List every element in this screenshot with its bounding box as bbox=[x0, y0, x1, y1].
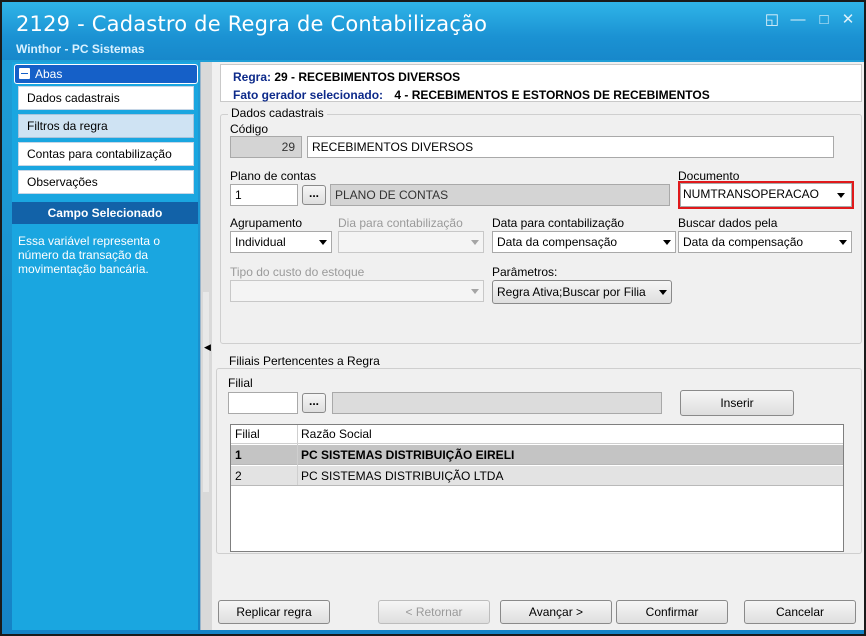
regra-line: Regra: 29 - RECEBIMENTOS DIVERSOS bbox=[233, 70, 460, 84]
sidebar-item-filtros-da-regra[interactable]: Filtros da regra bbox=[18, 114, 194, 138]
chevron-down-icon[interactable] bbox=[663, 240, 671, 245]
tipo-custo-select bbox=[230, 280, 484, 302]
chevron-down-icon bbox=[471, 240, 479, 245]
splitter-bar[interactable] bbox=[203, 292, 209, 492]
dia-select bbox=[338, 231, 484, 253]
descricao-field[interactable]: RECEBIMENTOS DIVERSOS bbox=[307, 136, 834, 158]
codigo-field[interactable]: 29 bbox=[230, 136, 302, 158]
sidebar-item-label: Observações bbox=[27, 175, 98, 189]
agrupamento-label: Agrupamento bbox=[230, 216, 303, 230]
sidebar-item-label: Dados cadastrais bbox=[27, 91, 120, 105]
table-row[interactable]: 1 PC SISTEMAS DISTRIBUIÇÃO EIRELI bbox=[231, 445, 843, 465]
cancelar-button[interactable]: Cancelar bbox=[744, 600, 856, 624]
confirmar-button[interactable]: Confirmar bbox=[616, 600, 728, 624]
buscar-label: Buscar dados pela bbox=[678, 216, 778, 230]
abas-header-label: Abas bbox=[35, 67, 63, 81]
documento-value: NUMTRANSOPERACAO bbox=[683, 187, 820, 201]
maximize-icon[interactable]: □ bbox=[814, 10, 834, 30]
plano-field[interactable]: 1 bbox=[230, 184, 298, 206]
abas-header[interactable]: Abas bbox=[14, 64, 198, 84]
campo-selecionado-header: Campo Selecionado bbox=[12, 202, 198, 224]
agrupamento-value: Individual bbox=[235, 235, 286, 249]
sidebar-item-label: Contas para contabilização bbox=[27, 147, 172, 161]
plano-desc-field: PLANO DE CONTAS bbox=[330, 184, 670, 206]
panel-splitter[interactable]: ◀ bbox=[200, 62, 212, 630]
window-title: 2129 - Cadastro de Regra de Contabilizaç… bbox=[16, 12, 488, 36]
documento-select[interactable]: NUMTRANSOPERACAO bbox=[680, 183, 852, 207]
data-contab-label: Data para contabilização bbox=[492, 216, 625, 230]
sidebar-item-contas-para-contabilizacao[interactable]: Contas para contabilização bbox=[18, 142, 194, 166]
data-contab-value: Data da compensação bbox=[497, 235, 618, 249]
inserir-button[interactable]: Inserir bbox=[680, 390, 794, 416]
sidebar: Abas Dados cadastrais Filtros da regra C… bbox=[12, 62, 198, 630]
title-bar: 2129 - Cadastro de Regra de Contabilizaç… bbox=[2, 2, 864, 60]
chevron-down-icon[interactable] bbox=[837, 193, 845, 198]
cell-razao: PC SISTEMAS DISTRIBUIÇÃO EIRELI bbox=[301, 448, 515, 462]
dia-label: Dia para contabilização bbox=[338, 216, 463, 230]
rule-info-box: Regra: 29 - RECEBIMENTOS DIVERSOS Fato g… bbox=[220, 64, 862, 102]
regra-value: 29 - RECEBIMENTOS DIVERSOS bbox=[274, 70, 461, 84]
collapse-left-icon[interactable]: ◀ bbox=[204, 342, 211, 353]
data-contab-select[interactable]: Data da compensação bbox=[492, 231, 676, 253]
chevron-down-icon bbox=[471, 289, 479, 294]
sidebar-item-observacoes[interactable]: Observações bbox=[18, 170, 194, 194]
main-panel: Regra: 29 - RECEBIMENTOS DIVERSOS Fato g… bbox=[212, 62, 864, 630]
buscar-value: Data da compensação bbox=[683, 235, 804, 249]
minimize-icon[interactable]: — bbox=[788, 10, 808, 30]
chevron-down-icon[interactable] bbox=[319, 240, 327, 245]
filial-lookup-button[interactable]: ... bbox=[302, 393, 326, 413]
close-icon[interactable]: ✕ bbox=[838, 10, 858, 30]
fato-value: 4 - RECEBIMENTOS E ESTORNOS DE RECEBIMEN… bbox=[394, 88, 710, 102]
column-separator bbox=[297, 425, 298, 485]
tipo-custo-label: Tipo do custo do estoque bbox=[230, 265, 365, 279]
codigo-label: Código bbox=[230, 122, 269, 136]
regra-label: Regra: bbox=[233, 70, 272, 84]
column-header-razao[interactable]: Razão Social bbox=[301, 427, 372, 441]
retornar-button[interactable]: < Retornar bbox=[378, 600, 490, 624]
chevron-down-icon[interactable] bbox=[839, 240, 847, 245]
sidebar-item-label: Filtros da regra bbox=[27, 119, 108, 133]
parametros-value: Regra Ativa;Buscar por Filia bbox=[497, 285, 646, 299]
cell-filial: 2 bbox=[235, 469, 242, 483]
parametros-dropdown[interactable]: Regra Ativa;Buscar por Filia bbox=[492, 280, 672, 304]
buscar-select[interactable]: Data da compensação bbox=[678, 231, 852, 253]
avancar-button[interactable]: Avançar > bbox=[500, 600, 612, 624]
column-header-filial[interactable]: Filial bbox=[235, 427, 260, 441]
fato-line: Fato gerador selecionado: 4 - RECEBIMENT… bbox=[233, 88, 710, 102]
table-header: Filial Razão Social bbox=[231, 425, 843, 444]
sidebar-item-dados-cadastrais[interactable]: Dados cadastrais bbox=[18, 86, 194, 110]
plano-label: Plano de contas bbox=[230, 169, 317, 183]
parametros-label: Parâmetros: bbox=[492, 265, 558, 279]
agrupamento-select[interactable]: Individual bbox=[230, 231, 332, 253]
fato-label: Fato gerador selecionado: bbox=[233, 88, 384, 102]
filiais-table: Filial Razão Social 1 PC SISTEMAS DISTRI… bbox=[230, 424, 844, 552]
dados-cadastrais-title: Dados cadastrais bbox=[228, 106, 327, 120]
filial-desc-field bbox=[332, 392, 662, 414]
filial-label: Filial bbox=[228, 376, 253, 390]
plano-lookup-button[interactable]: ... bbox=[302, 185, 326, 205]
cell-razao: PC SISTEMAS DISTRIBUIÇÃO LTDA bbox=[301, 469, 504, 483]
cell-filial: 1 bbox=[235, 448, 242, 462]
app-window: 2129 - Cadastro de Regra de Contabilizaç… bbox=[0, 0, 866, 636]
chevron-down-icon[interactable] bbox=[659, 290, 667, 295]
filiais-title: Filiais Pertencentes a Regra bbox=[226, 354, 383, 368]
replicar-regra-button[interactable]: Replicar regra bbox=[218, 600, 330, 624]
restore-icon[interactable]: ◱ bbox=[762, 10, 782, 30]
window-subtitle: Winthor - PC Sistemas bbox=[16, 42, 145, 56]
filial-field[interactable] bbox=[228, 392, 298, 414]
table-row[interactable]: 2 PC SISTEMAS DISTRIBUIÇÃO LTDA bbox=[231, 466, 843, 486]
collapse-icon[interactable] bbox=[19, 68, 30, 79]
campo-selecionado-text: Essa variável representa o número da tra… bbox=[18, 234, 161, 276]
